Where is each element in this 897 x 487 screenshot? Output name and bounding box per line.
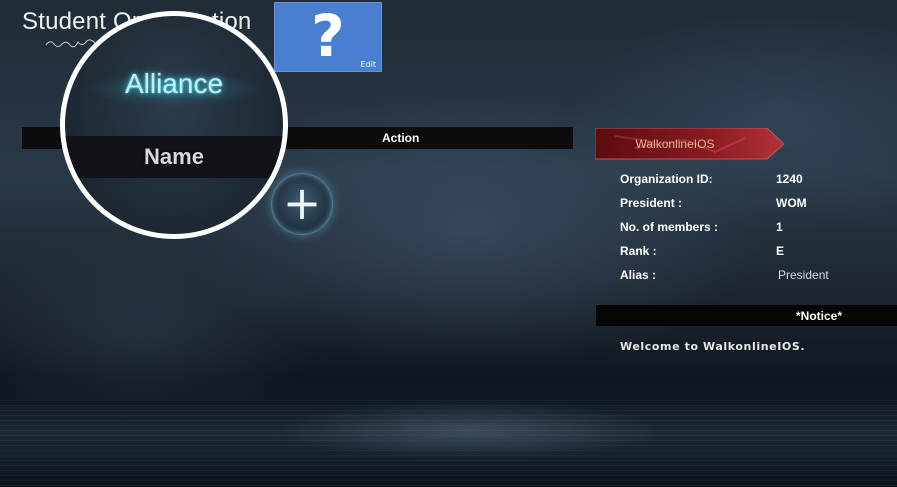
info-value: E bbox=[776, 244, 785, 258]
info-row-id: Organization ID: 1240 bbox=[620, 168, 890, 192]
organization-name: WalkonlineIOS bbox=[635, 137, 715, 151]
add-member-button[interactable]: + bbox=[271, 173, 333, 235]
info-label: Rank : bbox=[620, 244, 657, 258]
magnifier-callout: Alliance Name bbox=[60, 11, 288, 239]
info-row-rank: Rank : E bbox=[620, 240, 890, 264]
organization-info: Organization ID: 1240 President : WOM No… bbox=[620, 168, 890, 288]
column-header-name: Name bbox=[144, 144, 204, 169]
info-value: 1240 bbox=[776, 172, 803, 186]
info-value: President bbox=[778, 268, 829, 282]
background-water bbox=[0, 400, 897, 487]
info-row-alias: Alias : President bbox=[620, 264, 890, 288]
info-label: Alias : bbox=[620, 268, 657, 282]
edit-label: Edit bbox=[360, 60, 377, 69]
info-row-president: President : WOM bbox=[620, 192, 890, 216]
plus-icon: + bbox=[282, 176, 322, 230]
notice-text: Welcome to WalkonlineIOS. bbox=[620, 340, 806, 353]
organization-emblem-edit-button[interactable]: ? Edit bbox=[274, 2, 382, 72]
notice-title: *Notice* bbox=[796, 309, 843, 323]
column-header-action: Action bbox=[382, 131, 420, 145]
question-mark-icon: ? bbox=[311, 2, 345, 70]
info-row-members: No. of members : 1 bbox=[620, 216, 890, 240]
info-value: WOM bbox=[776, 196, 807, 210]
info-label: President : bbox=[620, 196, 683, 210]
info-value: 1 bbox=[776, 220, 783, 234]
notice-header: *Notice* bbox=[596, 305, 897, 326]
tab-alliance[interactable]: Alliance bbox=[65, 68, 283, 100]
info-label: Organization ID: bbox=[620, 172, 713, 186]
info-label: No. of members : bbox=[620, 220, 719, 234]
